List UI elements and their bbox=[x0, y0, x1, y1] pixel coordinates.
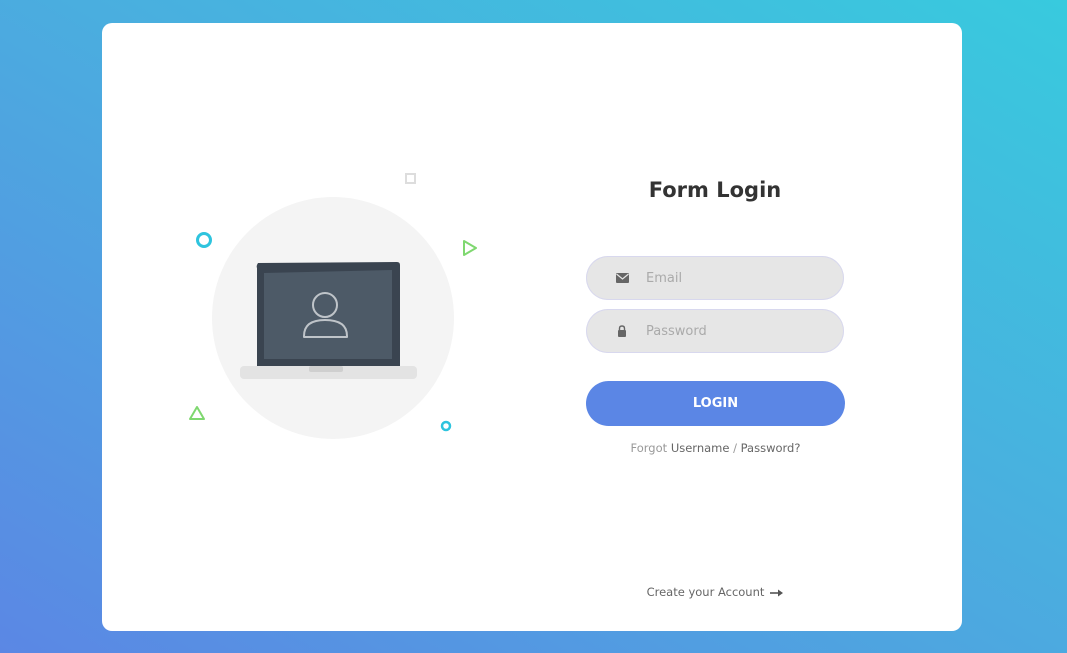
password-input[interactable] bbox=[646, 309, 826, 353]
laptop-user-icon bbox=[189, 173, 477, 439]
laptop-shape bbox=[240, 262, 417, 379]
password-field-wrapper[interactable] bbox=[586, 309, 844, 353]
envelope-icon bbox=[616, 273, 629, 283]
decor-circle-large bbox=[196, 232, 212, 248]
forgot-password-link[interactable]: Password? bbox=[741, 441, 801, 455]
create-account-link[interactable]: Create your Account bbox=[586, 585, 845, 599]
decor-triangle-right bbox=[463, 240, 477, 256]
login-button[interactable]: LOGIN bbox=[586, 381, 845, 426]
decor-square bbox=[405, 173, 416, 184]
login-card: Form Login LOGIN Forgot Username / Passw… bbox=[102, 23, 962, 631]
email-field-wrapper[interactable] bbox=[586, 256, 844, 300]
forgot-separator: / bbox=[729, 441, 741, 455]
decor-triangle-up bbox=[189, 406, 205, 420]
form-title: Form Login bbox=[648, 178, 782, 202]
email-input[interactable] bbox=[646, 256, 826, 300]
forgot-prefix: Forgot bbox=[630, 441, 668, 455]
forgot-credentials-line: Forgot Username / Password? bbox=[586, 441, 845, 455]
decor-circle-small bbox=[440, 420, 452, 432]
login-illustration bbox=[102, 23, 582, 631]
forgot-username-link[interactable]: Username bbox=[671, 441, 730, 455]
create-account-label: Create your Account bbox=[646, 585, 765, 599]
arrow-right-icon bbox=[770, 589, 784, 596]
lock-icon bbox=[618, 325, 626, 337]
